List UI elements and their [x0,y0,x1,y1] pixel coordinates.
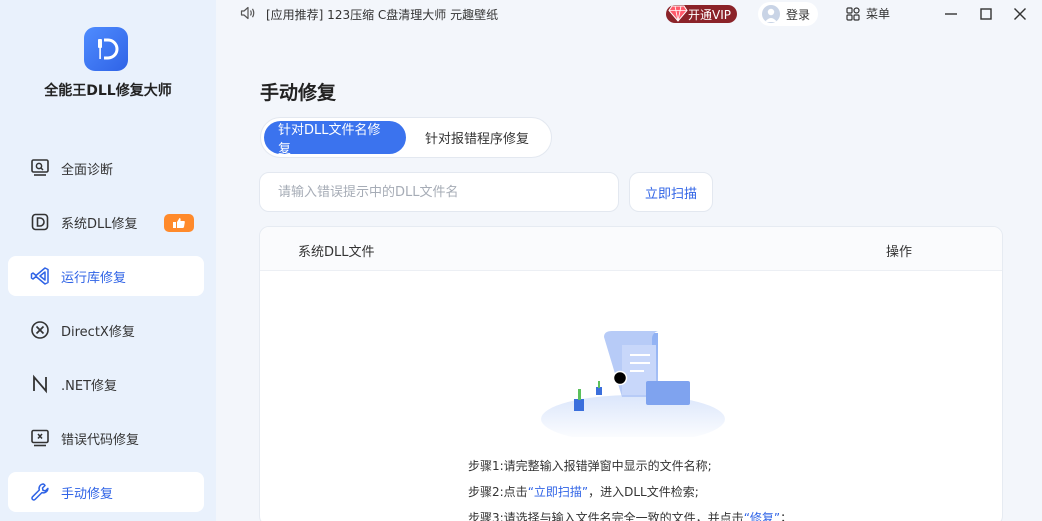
sidebar-item-label: 全面诊断 [61,162,114,178]
vip-label: 开通VIP [688,7,731,22]
app-recommendation-notice[interactable]: [应用推荐] 123压缩 C盘清理大师 元趣壁纸 [240,6,498,23]
column-header-action: 操作 [886,245,913,260]
notice-text: [应用推荐] 123压缩 C盘清理大师 元趣壁纸 [266,8,499,22]
menu-label: 菜单 [866,7,891,21]
sidebar-item-label: 运行库修复 [61,270,127,286]
sidebar-item-label: 错误代码修复 [61,432,140,448]
recommend-badge [164,214,194,232]
step-2-text-end: ，进入DLL文件检索; [588,485,699,499]
maximize-icon [980,8,992,20]
top-bar: [应用推荐] 123压缩 C盘清理大师 元趣壁纸 开通VIP 登录 菜单 [216,0,1042,30]
login-label: 登录 [786,7,811,22]
tab-dll-filename[interactable]: 针对DLL文件名修复 [264,121,406,157]
sidebar-item-system-dll[interactable]: 系统DLL修复 [8,202,204,242]
scan-now-button[interactable]: 立即扫描 [629,172,713,212]
close-icon [1014,8,1026,20]
column-header-file: 系统DLL文件 [298,245,375,260]
sidebar-item-directx[interactable]: DirectX修复 [8,310,204,350]
dotnet-icon [30,374,50,394]
directx-icon [30,320,50,340]
step-3-highlight: “修复” [743,511,781,521]
error-code-icon [30,428,50,448]
sidebar-item-dotnet[interactable]: .NET修复 [8,364,204,404]
runtime-icon [30,266,50,286]
repair-mode-tabs: 针对DLL文件名修复 针对报错程序修复 [260,117,552,158]
step-3: 步骤3:请选择与输入文件名完全一致的文件，并点击“修复”； [468,505,792,521]
step-3-text-end: ； [780,511,793,521]
empty-state-illustration [538,327,728,443]
sidebar-item-label: DirectX修复 [61,324,135,340]
grid-menu-icon [846,6,860,21]
sidebar-item-manual[interactable]: 手动修复 [8,472,204,512]
sidebar-item-label: 手动修复 [61,486,114,502]
diagnosis-icon [30,158,50,178]
repair-instructions: 步骤1:请完整输入报错弹窗中显示的文件名称; 步骤2:点击“立即扫描”，进入DL… [468,453,792,521]
sidebar-nav: 全面诊断 系统DLL修复 运行库修复 DirectX修复 .NET修复 错误代码… [8,148,204,521]
maximize-button[interactable] [977,5,995,23]
dll-icon [30,212,50,232]
step-3-text: 步骤3:请选择与输入文件名完全一致的文件，并点击 [468,511,744,521]
step-2-text: 步骤2:点击 [468,485,528,499]
dll-search-input[interactable] [259,172,619,212]
sidebar-item-label: .NET修复 [61,378,118,394]
sidebar-item-diagnosis[interactable]: 全面诊断 [8,148,204,188]
close-button[interactable] [1011,5,1029,23]
menu-button[interactable]: 菜单 [846,5,890,22]
thumbs-up-icon [173,218,185,228]
app-name: 全能王DLL修复大师 [44,83,172,99]
tab-error-program[interactable]: 针对报错程序修复 [406,121,548,154]
diamond-icon [668,4,688,25]
page-title: 手动修复 [260,82,337,104]
sidebar: 全能王DLL修复大师 全面诊断 系统DLL修复 运行库修复 DirectX修复 … [0,0,216,521]
wrench-icon [30,482,50,502]
step-1: 步骤1:请完整输入报错弹窗中显示的文件名称; [468,459,712,473]
speaker-icon [240,6,256,23]
table-header: 系统DLL文件 操作 [260,227,1002,271]
sidebar-item-label: 系统DLL修复 [61,216,138,232]
step-2-highlight: “立即扫描” [527,485,589,499]
login-button[interactable]: 登录 [758,2,819,26]
sidebar-item-error-code[interactable]: 错误代码修复 [8,418,204,458]
step-2: 步骤2:点击“立即扫描”，进入DLL文件检索; [468,479,792,505]
app-logo [84,27,128,71]
sidebar-item-runtime[interactable]: 运行库修复 [8,256,204,296]
vip-button[interactable]: 开通VIP [666,5,737,23]
logo-icon [98,38,119,60]
dll-results-table: 系统DLL文件 操作 步骤1:请完整输入报错弹窗中显示的文件名称; 步骤2:点击… [259,226,1003,521]
minimize-icon [945,13,957,15]
minimize-button[interactable] [942,5,960,23]
avatar [762,5,780,23]
